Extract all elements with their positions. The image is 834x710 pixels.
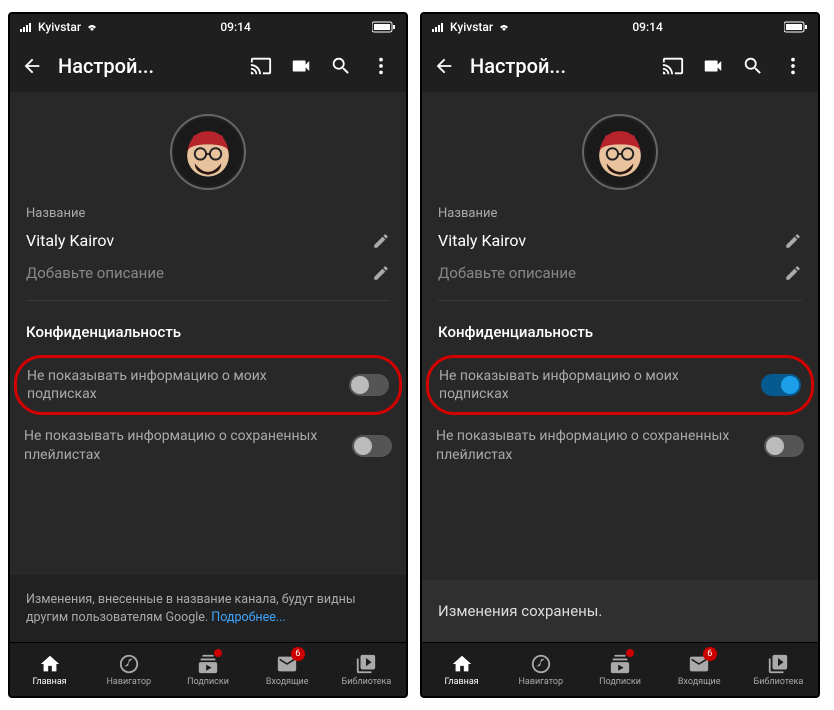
battery-icon bbox=[372, 21, 396, 33]
bottom-nav: Главная Навигатор Подписки 6 Входящие Би… bbox=[422, 642, 818, 696]
nav-explore-label: Навигатор bbox=[519, 677, 564, 687]
nav-subs[interactable]: Подписки bbox=[168, 643, 247, 696]
hide-playlists-label: Не показывать информацию о сохраненных п… bbox=[436, 427, 752, 463]
inbox-badge: 6 bbox=[703, 647, 717, 661]
signal-icon bbox=[432, 22, 446, 32]
avatar[interactable] bbox=[170, 114, 246, 190]
nav-library[interactable]: Библиотека bbox=[739, 643, 818, 696]
nav-library-label: Библиотека bbox=[754, 677, 804, 687]
nav-explore[interactable]: Навигатор bbox=[89, 643, 168, 696]
hide-subscriptions-row[interactable]: Не показывать информацию о моих подписка… bbox=[426, 355, 814, 415]
nav-subs-label: Подписки bbox=[187, 677, 229, 687]
name-label: Название bbox=[10, 198, 406, 221]
nav-inbox[interactable]: 6 Входящие bbox=[660, 643, 739, 696]
name-value: Vitaly Kairov bbox=[438, 231, 774, 250]
phone-screenshot-right: Kyivstar 09:14 Настрой... bbox=[420, 12, 820, 698]
subs-badge bbox=[626, 649, 634, 657]
privacy-section-title: Конфиденциальность bbox=[10, 301, 406, 355]
camera-icon[interactable] bbox=[702, 55, 724, 77]
description-field[interactable]: Добавьте описание bbox=[438, 264, 774, 282]
saved-toast: Изменения сохранены. bbox=[422, 580, 818, 642]
home-icon bbox=[39, 653, 61, 675]
notice-text: Изменения, внесенные в название канала, … bbox=[26, 592, 356, 625]
header-title: Настрой... bbox=[58, 54, 154, 78]
avatar[interactable] bbox=[582, 114, 658, 190]
search-icon[interactable] bbox=[330, 55, 352, 77]
edit-name-icon[interactable] bbox=[784, 232, 802, 250]
description-field[interactable]: Добавьте описание bbox=[26, 264, 362, 282]
carrier-label: Kyivstar bbox=[450, 20, 493, 34]
status-bar: Kyivstar 09:14 bbox=[10, 14, 406, 40]
home-icon bbox=[451, 653, 473, 675]
privacy-section-title: Конфиденциальность bbox=[422, 301, 818, 355]
hide-playlists-row[interactable]: Не показывать информацию о сохраненных п… bbox=[10, 415, 406, 475]
hide-subscriptions-label: Не показывать информацию о моих подписка… bbox=[27, 367, 337, 403]
header-title: Настрой... bbox=[470, 54, 566, 78]
nav-home-label: Главная bbox=[32, 677, 66, 687]
cast-icon[interactable] bbox=[662, 55, 684, 77]
nav-explore-label: Навигатор bbox=[107, 677, 152, 687]
hide-playlists-toggle[interactable] bbox=[352, 435, 392, 457]
subs-badge bbox=[214, 649, 222, 657]
wifi-icon bbox=[85, 22, 99, 32]
edit-desc-icon[interactable] bbox=[784, 264, 802, 282]
nav-home[interactable]: Главная bbox=[10, 643, 89, 696]
camera-icon[interactable] bbox=[290, 55, 312, 77]
app-header: Настрой... bbox=[422, 40, 818, 92]
nav-inbox[interactable]: 6 Входящие bbox=[248, 643, 327, 696]
bottom-nav: Главная Навигатор Подписки 6 Входящие Би… bbox=[10, 642, 406, 696]
compass-icon bbox=[118, 653, 140, 675]
search-icon[interactable] bbox=[742, 55, 764, 77]
app-header: Настрой... bbox=[10, 40, 406, 92]
settings-content: Название Vitaly Kairov Добавьте описание… bbox=[422, 92, 818, 642]
nav-library-label: Библиотека bbox=[342, 677, 392, 687]
nav-home[interactable]: Главная bbox=[422, 643, 501, 696]
hide-playlists-row[interactable]: Не показывать информацию о сохраненных п… bbox=[422, 415, 818, 475]
signal-icon bbox=[20, 22, 34, 32]
hide-subscriptions-toggle[interactable] bbox=[761, 374, 801, 396]
nav-explore[interactable]: Навигатор bbox=[501, 643, 580, 696]
nav-home-label: Главная bbox=[444, 677, 478, 687]
channel-name-notice: Изменения, внесенные в название канала, … bbox=[10, 575, 406, 642]
nav-inbox-label: Входящие bbox=[266, 677, 309, 687]
battery-icon bbox=[784, 21, 808, 33]
library-icon bbox=[355, 653, 377, 675]
wifi-icon bbox=[497, 22, 511, 32]
hide-playlists-label: Не показывать информацию о сохраненных п… bbox=[24, 427, 340, 463]
compass-icon bbox=[530, 653, 552, 675]
back-button[interactable] bbox=[18, 52, 46, 80]
hide-subscriptions-label: Не показывать информацию о моих подписка… bbox=[439, 367, 749, 403]
edit-name-icon[interactable] bbox=[372, 232, 390, 250]
hide-playlists-toggle[interactable] bbox=[764, 435, 804, 457]
clock-label: 09:14 bbox=[220, 20, 250, 34]
nav-subs-label: Подписки bbox=[599, 677, 641, 687]
back-button[interactable] bbox=[430, 52, 458, 80]
inbox-badge: 6 bbox=[291, 647, 305, 661]
nav-inbox-label: Входящие bbox=[678, 677, 721, 687]
nav-subs[interactable]: Подписки bbox=[580, 643, 659, 696]
nav-library[interactable]: Библиотека bbox=[327, 643, 406, 696]
carrier-label: Kyivstar bbox=[38, 20, 81, 34]
hide-subscriptions-toggle[interactable] bbox=[349, 374, 389, 396]
name-label: Название bbox=[422, 198, 818, 221]
hide-subscriptions-row[interactable]: Не показывать информацию о моих подписка… bbox=[14, 355, 402, 415]
library-icon bbox=[767, 653, 789, 675]
status-bar: Kyivstar 09:14 bbox=[422, 14, 818, 40]
cast-icon[interactable] bbox=[250, 55, 272, 77]
more-icon[interactable] bbox=[782, 55, 804, 77]
clock-label: 09:14 bbox=[632, 20, 662, 34]
more-icon[interactable] bbox=[370, 55, 392, 77]
phone-screenshot-left: Kyivstar 09:14 Настрой... bbox=[8, 12, 408, 698]
notice-link[interactable]: Подробнее... bbox=[211, 610, 285, 625]
name-value: Vitaly Kairov bbox=[26, 231, 362, 250]
edit-desc-icon[interactable] bbox=[372, 264, 390, 282]
settings-content: Название Vitaly Kairov Добавьте описание… bbox=[10, 92, 406, 642]
